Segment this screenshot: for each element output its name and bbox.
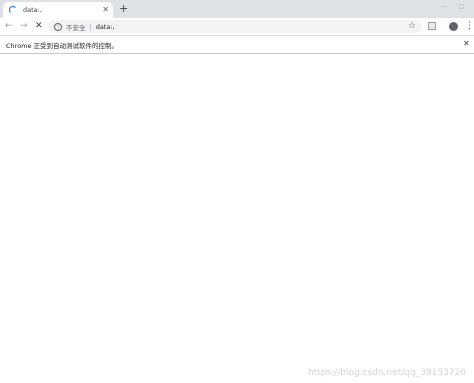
toolbar: ← → ✕ i 不安全 | data:, ☆ ⋮ <box>0 18 474 35</box>
page-content: https://blog.csdn.net/qq_39153720 <box>0 54 474 383</box>
automation-infobar: Chrome 正受到自动测试软件的控制。 ✕ <box>0 35 474 54</box>
address-bar[interactable]: i 不安全 | data:, ☆ <box>48 20 422 33</box>
profile-avatar-icon[interactable] <box>449 22 458 31</box>
watermark: https://blog.csdn.net/qq_39153720 <box>307 368 466 378</box>
infobar-message: Chrome 正受到自动测试软件的控制。 <box>6 42 119 50</box>
tab-title: data:, <box>23 6 42 14</box>
maximize-button[interactable]: □ <box>459 3 465 10</box>
bookmark-star-icon[interactable]: ☆ <box>408 20 416 33</box>
info-icon[interactable]: i <box>54 22 62 31</box>
menu-icon[interactable]: ⋮ <box>465 20 474 32</box>
back-button[interactable]: ← <box>5 20 13 32</box>
tab-close-icon[interactable]: ✕ <box>102 6 109 14</box>
tab-data[interactable]: data:, ✕ <box>3 2 113 18</box>
forward-button[interactable]: → <box>20 20 28 32</box>
url-text[interactable]: data:, <box>96 23 115 31</box>
minimize-button[interactable]: — <box>441 3 447 10</box>
loading-spinner-icon <box>9 6 17 14</box>
tab-strip: data:, ✕ + — □ <box>0 0 474 18</box>
new-tab-button[interactable]: + <box>119 3 128 15</box>
extension-icon[interactable] <box>428 22 436 30</box>
separator: | <box>89 22 92 31</box>
security-label[interactable]: 不安全 <box>66 22 86 32</box>
infobar-close-icon[interactable]: ✕ <box>463 39 470 48</box>
stop-button[interactable]: ✕ <box>35 20 43 32</box>
